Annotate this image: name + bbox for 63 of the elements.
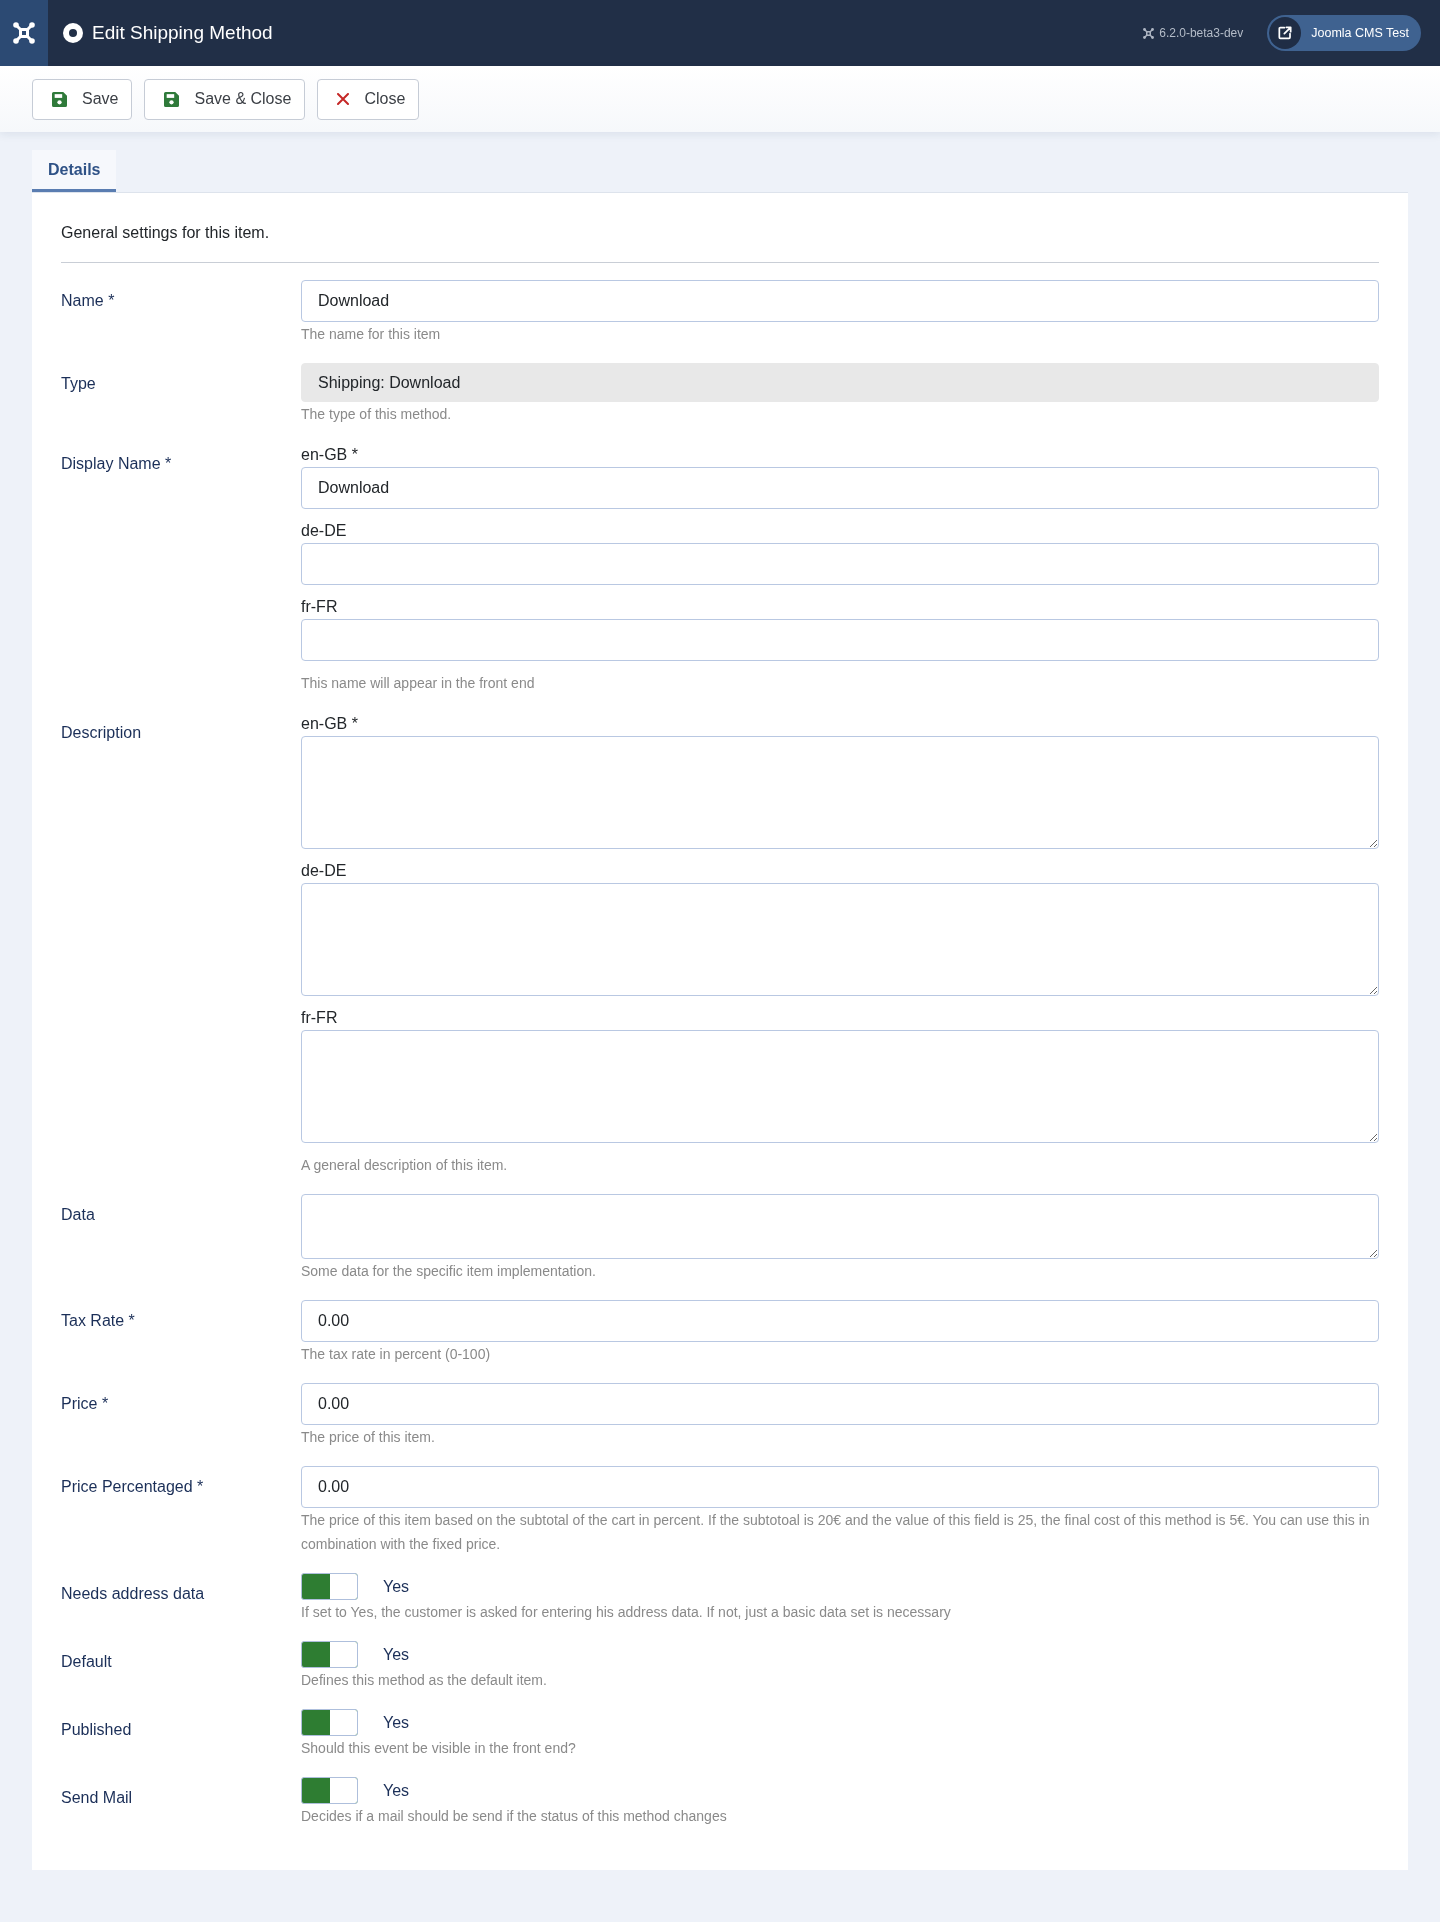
field-label: Send Mail xyxy=(61,1788,133,1808)
field-hint: A general description of this item. xyxy=(301,1156,509,1175)
close-icon xyxy=(337,93,350,105)
field-hint: Defines this method as the default item. xyxy=(301,1671,548,1690)
page-title: Edit Shipping Method xyxy=(92,20,273,45)
field-hint: Should this event be visible in the front end? xyxy=(301,1739,577,1758)
field-label: Needs address data xyxy=(61,1584,205,1604)
field-label: Data xyxy=(61,1205,95,1225)
textarea-field[interactable] xyxy=(301,883,1379,996)
language-label: fr-FR xyxy=(301,597,339,617)
text-input[interactable]: 0.00 xyxy=(301,1466,1379,1508)
field-label: Price * xyxy=(61,1394,109,1414)
text-input[interactable] xyxy=(301,543,1379,585)
external-link-icon xyxy=(1269,17,1302,49)
text-input[interactable]: 0.00 xyxy=(301,1383,1379,1425)
toolbar-button[interactable]: Save xyxy=(32,78,133,120)
text-input[interactable]: 0.00 xyxy=(301,1300,1379,1342)
switch-label: Yes xyxy=(383,1780,410,1801)
language-label: de-DE xyxy=(301,861,348,881)
toggle-switch[interactable] xyxy=(301,1709,358,1736)
field-hint: If set to Yes, the customer is asked for entering his address data. If not, just a basic data set is necessary xyxy=(301,1603,952,1622)
readonly-field[interactable]: Shipping: Download xyxy=(301,363,1379,402)
textarea-field[interactable] xyxy=(301,1194,1379,1259)
field-hint: The price of this item. xyxy=(301,1428,436,1447)
language-label: fr-FR xyxy=(301,1008,339,1028)
field-label: Published xyxy=(61,1720,132,1740)
version-text: 6.2.0-beta3-dev xyxy=(1159,25,1244,42)
field-label: Default xyxy=(61,1652,112,1672)
textarea-field[interactable] xyxy=(301,736,1379,849)
site-link[interactable]: Joomla CMS Test xyxy=(1267,15,1421,51)
circle-dot-icon xyxy=(63,23,83,43)
intro-text: General settings for this item. xyxy=(61,223,271,243)
field-label: Price Percentaged * xyxy=(61,1477,204,1497)
field-hint: Decides if a mail should be send if the status of this method changes xyxy=(301,1807,728,1826)
toggle-switch[interactable] xyxy=(301,1777,358,1804)
language-label: en-GB * xyxy=(301,445,359,465)
toggle-switch[interactable] xyxy=(301,1641,358,1668)
toolbar-button[interactable]: Close xyxy=(317,78,420,120)
field-label: Tax Rate * xyxy=(61,1311,135,1331)
field-label: Description xyxy=(61,723,142,743)
field-hint: This name will appear in the front end xyxy=(301,674,536,693)
language-label: en-GB * xyxy=(301,714,359,734)
switch-label: Yes xyxy=(383,1712,410,1733)
field-hint: The name for this item xyxy=(301,325,442,344)
logo-icon xyxy=(1143,27,1155,39)
field-hint: Some data for the specific item implementation. xyxy=(301,1262,597,1281)
tab[interactable]: Details xyxy=(32,150,117,192)
text-input[interactable]: Download xyxy=(301,467,1379,509)
text-input[interactable] xyxy=(301,619,1379,661)
textarea-field[interactable] xyxy=(301,1030,1379,1143)
toggle-switch[interactable] xyxy=(301,1573,358,1600)
field-hint: The tax rate in percent (0-100) xyxy=(301,1345,492,1364)
field-label: Type xyxy=(61,374,96,394)
text-input[interactable]: Download xyxy=(301,280,1379,322)
language-label: de-DE xyxy=(301,521,348,541)
toolbar-button[interactable]: Save & Close xyxy=(144,78,306,120)
switch-label: Yes xyxy=(383,1644,410,1665)
field-label: Name * xyxy=(61,291,115,311)
switch-label: Yes xyxy=(383,1576,410,1597)
field-hint: The type of this method. xyxy=(301,405,453,424)
field-label: Display Name * xyxy=(61,454,172,474)
field-hint: The price of this item based on the subtotal of the cart in percent. If the subtotoal is 20€ and the value of this field is 25, the final cost of this method is 5€. You can use this in combination with the fixed price. xyxy=(301,1511,1371,1554)
logo-icon[interactable] xyxy=(0,0,48,66)
